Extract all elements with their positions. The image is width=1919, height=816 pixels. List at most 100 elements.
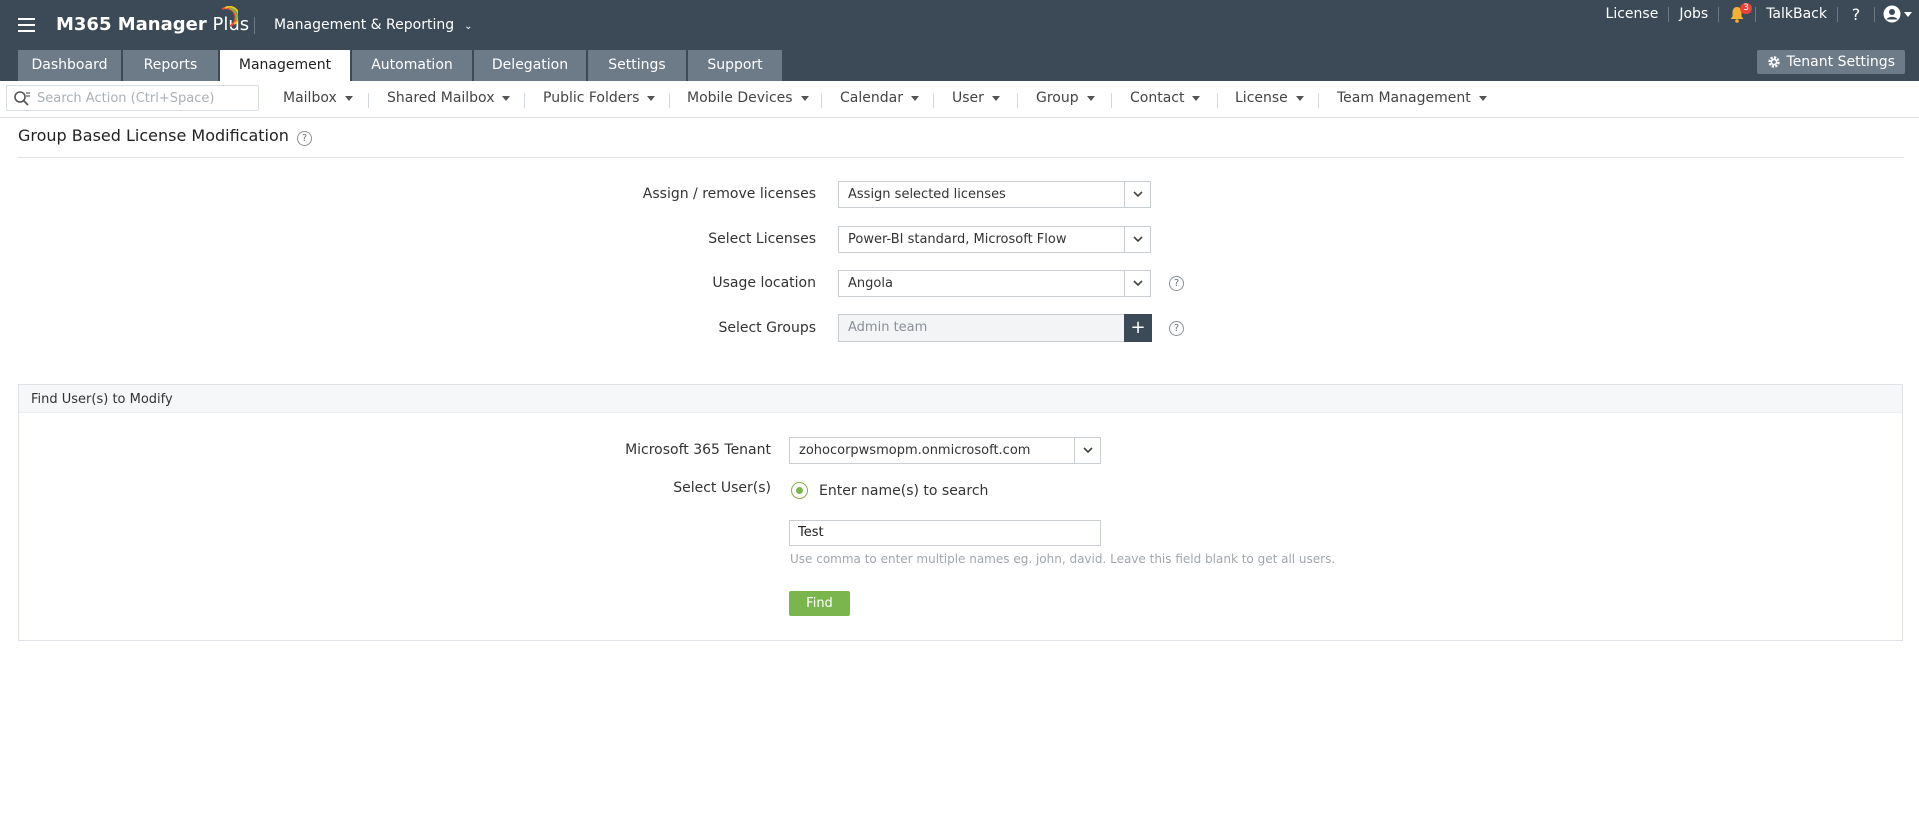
- caret-down-icon: [647, 95, 656, 101]
- jobs-link[interactable]: Jobs: [1669, 0, 1718, 28]
- top-header: M365 Manager Plus Management & Reporting…: [0, 0, 1919, 81]
- tab-support[interactable]: Support: [688, 50, 782, 81]
- top-right-links: License Jobs 3 TalkBack ?: [1596, 0, 1919, 28]
- caret-down-icon: [1478, 95, 1487, 101]
- brand-name: M365 Manager: [56, 14, 207, 35]
- select-licenses-value: Power-BI standard, Microsoft Flow: [848, 232, 1067, 247]
- gear-icon: [1767, 56, 1780, 68]
- select-groups-label: Select Groups: [718, 320, 816, 336]
- find-users-panel: Find User(s) to Modify: [18, 384, 1903, 641]
- caret-down-icon: [800, 95, 809, 101]
- subnav-user[interactable]: User: [952, 90, 1000, 106]
- caret-down-icon: [1295, 95, 1304, 101]
- assign-remove-select[interactable]: Assign selected licenses: [838, 181, 1151, 208]
- enter-names-radio[interactable]: [791, 482, 808, 499]
- help-link[interactable]: ?: [1838, 5, 1874, 24]
- subnav-divider: [1318, 93, 1319, 108]
- notifications-button[interactable]: 3: [1719, 0, 1755, 28]
- subnav-divider: [669, 93, 670, 108]
- subnav-label: User: [952, 90, 984, 106]
- add-group-button[interactable]: +: [1124, 314, 1152, 342]
- subnav-divider: [524, 93, 525, 108]
- select-groups-field[interactable]: Admin team: [838, 314, 1125, 342]
- tab-delegation[interactable]: Delegation: [474, 50, 586, 81]
- subnav-divider: [1111, 93, 1112, 108]
- usage-location-value: Angola: [848, 276, 893, 291]
- caret-down-icon: [910, 95, 919, 101]
- action-search[interactable]: [6, 85, 259, 111]
- find-users-heading: Find User(s) to Modify: [19, 385, 1902, 413]
- select-licenses-label: Select Licenses: [708, 231, 816, 247]
- tenant-select[interactable]: zohocorpwsmopm.onmicrosoft.com: [789, 437, 1101, 464]
- subnav-label: License: [1235, 90, 1288, 106]
- user-avatar-icon: [1883, 5, 1900, 23]
- subnav-label: Contact: [1130, 90, 1185, 106]
- user-menu[interactable]: [1875, 0, 1919, 28]
- find-button[interactable]: Find: [789, 591, 850, 616]
- license-link[interactable]: License: [1596, 0, 1669, 28]
- select-groups-help-icon[interactable]: ?: [1169, 321, 1184, 336]
- caret-down-icon: [991, 95, 1000, 101]
- tab-settings[interactable]: Settings: [588, 50, 686, 81]
- page-title: Group Based License Modification: [18, 126, 289, 145]
- caret-down-icon: [344, 95, 353, 101]
- tenant-settings-button[interactable]: Tenant Settings: [1756, 50, 1905, 74]
- tab-automation[interactable]: Automation: [352, 50, 472, 81]
- subnav-label: Mailbox: [283, 90, 337, 106]
- chevron-down-icon: [1124, 227, 1150, 252]
- subnav-contact[interactable]: Contact: [1130, 90, 1201, 106]
- subnav-mobile-devices[interactable]: Mobile Devices: [687, 90, 809, 106]
- chevron-down-icon: ⌄: [464, 21, 473, 32]
- tenant-settings-label: Tenant Settings: [1786, 54, 1895, 70]
- subnav-label: Shared Mailbox: [387, 90, 495, 106]
- logo-arc-icon: [221, 6, 238, 27]
- caret-down-icon: [1192, 95, 1201, 101]
- tab-management[interactable]: Management: [220, 50, 350, 81]
- usage-location-help-icon[interactable]: ?: [1169, 276, 1184, 291]
- subnav-divider: [1017, 93, 1018, 108]
- subnav-mailbox[interactable]: Mailbox: [283, 90, 353, 106]
- talkback-link[interactable]: TalkBack: [1756, 0, 1837, 28]
- header-divider: [254, 17, 255, 34]
- subnav-license[interactable]: License: [1235, 90, 1304, 106]
- caret-down-icon: [502, 95, 511, 101]
- user-names-input[interactable]: Test: [789, 520, 1101, 546]
- caret-down-icon: [1086, 95, 1095, 101]
- chevron-down-icon: [1124, 182, 1150, 207]
- subnav-divider: [933, 93, 934, 108]
- caret-down-icon: [1903, 11, 1912, 17]
- subnav-team-management[interactable]: Team Management: [1337, 90, 1487, 106]
- subnav-divider: [1217, 93, 1218, 108]
- search-icon: [14, 90, 30, 106]
- help-icon[interactable]: ?: [297, 131, 312, 146]
- plus-icon: +: [1130, 317, 1146, 338]
- chevron-down-icon: [1074, 438, 1100, 463]
- chevron-down-icon: [1124, 271, 1150, 296]
- menu-icon[interactable]: [18, 18, 35, 32]
- assign-remove-value: Assign selected licenses: [848, 187, 1006, 202]
- main-tabs: Dashboard Reports Management Automation …: [18, 50, 784, 81]
- subnav-label: Team Management: [1337, 90, 1471, 106]
- subnav-public-folders[interactable]: Public Folders: [543, 90, 656, 106]
- usage-location-label: Usage location: [712, 275, 816, 291]
- enter-names-radio-label[interactable]: Enter name(s) to search: [819, 483, 988, 499]
- title-divider: [18, 157, 1904, 158]
- search-input[interactable]: [37, 90, 252, 106]
- module-label: Management & Reporting: [274, 17, 455, 33]
- tab-reports[interactable]: Reports: [123, 50, 218, 81]
- notification-badge: 3: [1740, 3, 1752, 14]
- subnav-divider: [368, 93, 369, 108]
- tenant-label: Microsoft 365 Tenant: [625, 442, 771, 458]
- subnav-calendar[interactable]: Calendar: [840, 90, 919, 106]
- tenant-value: zohocorpwsmopm.onmicrosoft.com: [799, 443, 1031, 458]
- module-switcher[interactable]: Management & Reporting ⌄: [274, 17, 473, 33]
- subnav-shared-mailbox[interactable]: Shared Mailbox: [387, 90, 511, 106]
- subnav-label: Mobile Devices: [687, 90, 793, 106]
- tab-dashboard[interactable]: Dashboard: [18, 50, 121, 81]
- select-licenses-dropdown[interactable]: Power-BI standard, Microsoft Flow: [838, 226, 1151, 253]
- usage-location-select[interactable]: Angola: [838, 270, 1151, 297]
- subnav-label: Public Folders: [543, 90, 640, 106]
- subnav-group[interactable]: Group: [1036, 90, 1095, 106]
- subnav-label: Group: [1036, 90, 1079, 106]
- user-names-hint: Use comma to enter multiple names eg. jo…: [790, 552, 1336, 566]
